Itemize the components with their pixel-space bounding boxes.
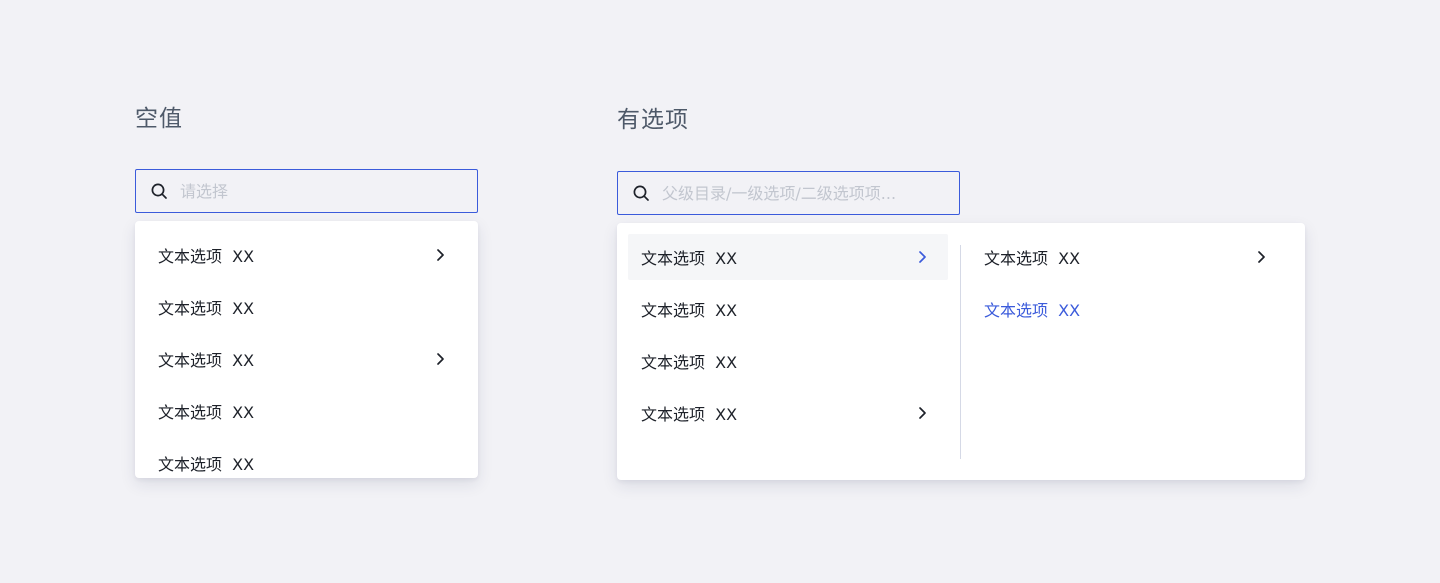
filled-search-input[interactable] [662,183,949,203]
option-label: 文本选项 XX [984,301,1081,320]
filled-cascader-dropdown: 文本选项 XX 文本选项 XX 文本选项 XX 文本选项 XX 文本选项 XX … [617,223,1305,480]
option-label: 文本选项 XX [158,403,255,422]
filled-section-title: 有选项 [617,107,689,133]
option-label: 文本选项 XX [641,301,738,320]
level2-list-item[interactable]: 文本选项 XX [972,234,1285,280]
chevron-right-icon [914,405,930,421]
level1-list-item[interactable]: 文本选项 XX [628,390,948,436]
column-divider [960,245,961,459]
chevron-right-icon [914,249,930,265]
level2-list-item-selected[interactable]: 文本选项 XX [972,286,1285,332]
list-item[interactable]: 文本选项 XX [158,388,448,434]
list-item[interactable]: 文本选项 XX [158,284,448,330]
level1-list-item[interactable]: 文本选项 XX [628,338,948,384]
option-label: 文本选项 XX [984,249,1081,268]
list-item[interactable]: 文本选项 XX [158,336,448,382]
empty-search-input[interactable] [180,181,467,201]
filled-cascader-search-box[interactable] [617,171,960,215]
level1-list-item[interactable]: 文本选项 XX [628,234,948,280]
option-label: 文本选项 XX [158,455,255,474]
option-label: 文本选项 XX [641,353,738,372]
chevron-right-icon [432,351,448,367]
empty-cascader-search-box[interactable] [135,169,478,213]
list-item[interactable]: 文本选项 XX [158,232,448,278]
search-icon [632,184,650,202]
option-label: 文本选项 XX [158,247,255,266]
chevron-right-icon [432,247,448,263]
empty-cascader-dropdown: 文本选项 XX 文本选项 XX 文本选项 XX 文本选项 XX 文本选项 XX [135,221,478,478]
chevron-right-icon [1253,249,1269,265]
empty-section-title: 空值 [135,106,183,132]
list-item[interactable]: 文本选项 XX [158,440,448,478]
option-label: 文本选项 XX [158,351,255,370]
search-icon [150,182,168,200]
option-label: 文本选项 XX [641,249,738,268]
option-label: 文本选项 XX [641,405,738,424]
level1-list-item[interactable]: 文本选项 XX [628,286,948,332]
option-label: 文本选项 XX [158,299,255,318]
